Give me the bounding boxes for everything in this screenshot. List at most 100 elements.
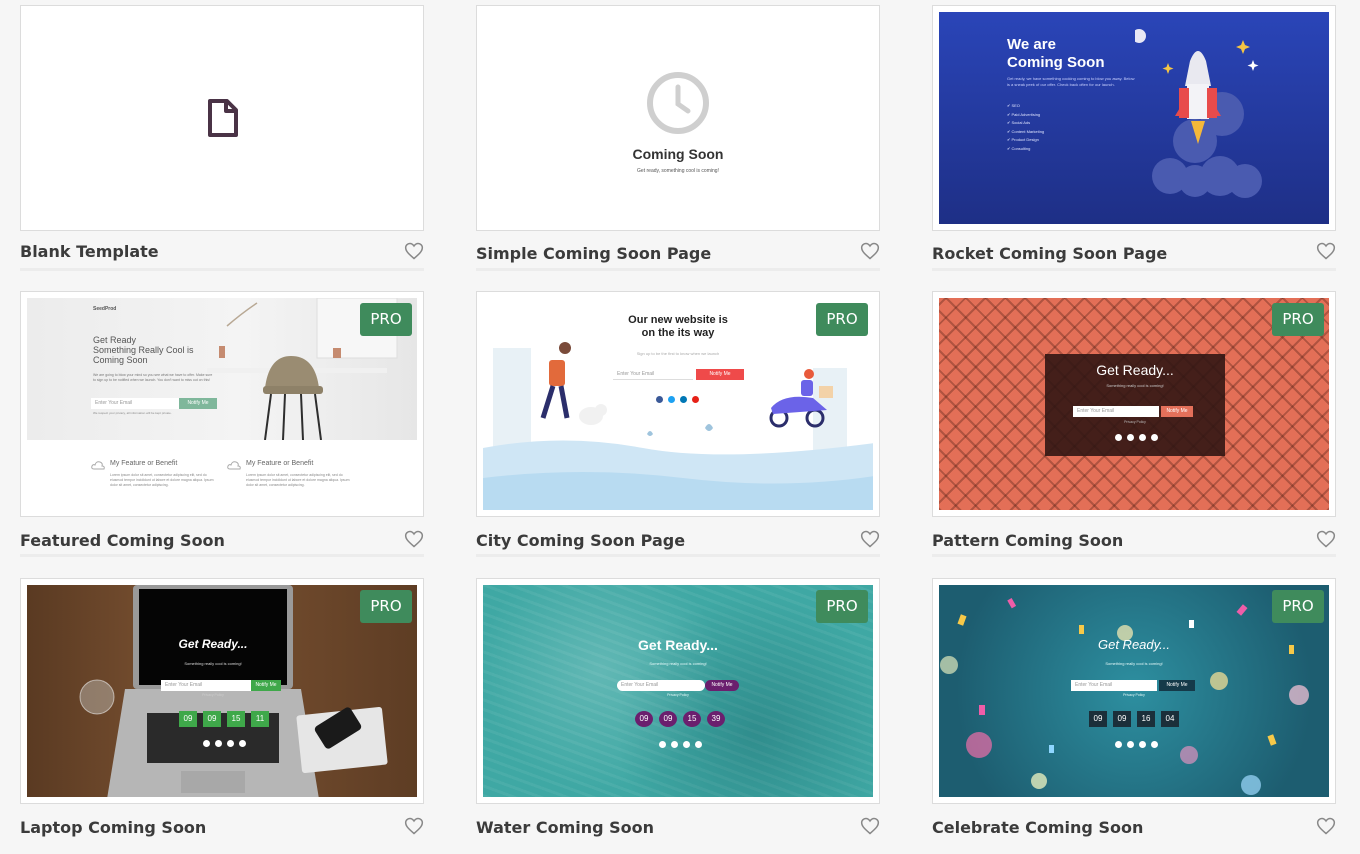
social-icons (1115, 434, 1158, 441)
title-divider (932, 554, 1336, 557)
privacy-link[interactable]: Privacy Policy (1045, 420, 1225, 424)
heading-line-1: Get Ready (93, 335, 137, 345)
template-thumbnail[interactable]: Our new website is on the its way Sign u… (476, 291, 880, 517)
template-title: Pattern Coming Soon (932, 531, 1124, 550)
pro-badge[interactable]: PRO (816, 303, 868, 336)
feature-body: Lorem ipsum dolor sit amet, consectetur … (246, 473, 350, 487)
twitter-icon[interactable] (1127, 434, 1134, 441)
checklist-item: ✔ Social Ads (1007, 120, 1031, 125)
preview-heading: Get Ready... (1097, 637, 1170, 652)
facebook-icon[interactable] (656, 396, 663, 403)
email-input[interactable]: Enter Your Email (1071, 680, 1157, 691)
city-preview: Our new website is on the its way Sign u… (483, 298, 873, 510)
pro-badge[interactable]: PRO (360, 303, 412, 336)
favorite-heart-icon[interactable] (860, 529, 880, 549)
favorite-heart-icon[interactable] (1316, 816, 1336, 836)
template-thumbnail[interactable]: SeedProd Get Ready Something Really Cool… (20, 291, 424, 517)
preview-heading: Coming Soon (632, 146, 724, 162)
email-input[interactable]: Enter Your Email (1073, 406, 1159, 417)
instagram-icon[interactable] (1139, 741, 1146, 748)
email-input[interactable]: Enter Your Email (91, 398, 179, 409)
favorite-heart-icon[interactable] (404, 529, 424, 549)
template-title: City Coming Soon Page (476, 531, 686, 550)
pro-badge[interactable]: PRO (1272, 303, 1324, 336)
youtube-icon[interactable] (239, 740, 246, 747)
template-thumbnail[interactable]: We are Coming Soon Get ready, we have so… (932, 5, 1336, 231)
privacy-link[interactable]: Privacy Policy (483, 693, 873, 697)
notify-button[interactable]: Notify Me (705, 680, 739, 691)
preview-heading: Get Ready... (638, 637, 718, 653)
checklist-item: ✔ Product Design (1007, 137, 1039, 142)
email-input[interactable]: Enter Your Email (161, 680, 251, 691)
countdown-timer: 09 09 16 04 (1089, 711, 1179, 727)
template-thumbnail[interactable] (20, 5, 424, 231)
heading-line-2: Something Really Cool is (93, 345, 194, 355)
countdown-days: 09 (1089, 711, 1107, 727)
youtube-icon[interactable] (1151, 741, 1158, 748)
facebook-icon[interactable] (1115, 434, 1122, 441)
template-thumbnail[interactable]: Get Ready... Something really cool is co… (476, 578, 880, 804)
preview-heading: Our new website is on the its way (483, 314, 873, 340)
heading-line-2: Coming Soon (1007, 54, 1105, 71)
countdown-minutes: 15 (227, 711, 245, 727)
preview-checklist: ✔ SEO ✔ Paid Advertising ✔ Social Ads ✔ … (1007, 102, 1044, 153)
preview-subtext: Something really cool is coming! (184, 661, 242, 666)
instagram-icon[interactable] (227, 740, 234, 747)
favorite-heart-icon[interactable] (1316, 529, 1336, 549)
twitter-icon[interactable] (215, 740, 222, 747)
cloud-icon (227, 461, 241, 470)
heading-line-1: Our new website is (628, 314, 728, 326)
instagram-icon[interactable] (683, 741, 690, 748)
template-title: Featured Coming Soon (20, 531, 225, 550)
instagram-icon[interactable] (1139, 434, 1146, 441)
countdown-timer: 09 09 15 11 (179, 711, 269, 727)
youtube-icon[interactable] (692, 396, 699, 403)
social-icons (203, 740, 246, 747)
pro-badge[interactable]: PRO (816, 590, 868, 623)
notify-button[interactable]: Notify Me (1159, 680, 1195, 691)
facebook-icon[interactable] (203, 740, 210, 747)
heading-line-1: We are (1007, 36, 1056, 53)
notify-button[interactable]: Notify Me (1161, 406, 1193, 417)
template-title: Blank Template (20, 242, 159, 261)
email-input[interactable]: Enter Your Email (617, 680, 705, 691)
twitter-icon[interactable] (668, 396, 675, 403)
preview-subtext: Sign up to be the first to know when we … (636, 351, 720, 356)
celebrate-preview: Get Ready... Something really cool is co… (939, 585, 1329, 797)
linkedin-icon[interactable] (680, 396, 687, 403)
preview-body: We are going to blow your mind so you se… (93, 373, 213, 382)
pro-badge[interactable]: PRO (360, 590, 412, 623)
privacy-link[interactable]: Privacy Policy (939, 693, 1329, 697)
favorite-heart-icon[interactable] (1316, 241, 1336, 261)
feature-title: My Feature or Benefit (246, 460, 314, 467)
pro-badge[interactable]: PRO (1272, 590, 1324, 623)
favorite-heart-icon[interactable] (860, 241, 880, 261)
template-thumbnail[interactable]: Get Ready... Something really cool is co… (20, 578, 424, 804)
privacy-link[interactable]: Privacy Policy (139, 693, 287, 697)
favorite-heart-icon[interactable] (404, 241, 424, 261)
favorite-heart-icon[interactable] (860, 816, 880, 836)
countdown-timer: 09 09 15 39 (635, 711, 725, 727)
preview-heading: We are Coming Soon (1007, 36, 1105, 72)
facebook-icon[interactable] (1115, 741, 1122, 748)
favorite-heart-icon[interactable] (404, 816, 424, 836)
twitter-icon[interactable] (671, 741, 678, 748)
template-title: Water Coming Soon (476, 818, 655, 837)
template-thumbnail[interactable]: Coming Soon Get ready, something cool is… (476, 5, 880, 231)
notify-button[interactable]: Notify Me (251, 680, 281, 691)
template-title: Celebrate Coming Soon (932, 818, 1144, 837)
checklist-item: ✔ Consulting (1007, 145, 1031, 151)
featured-preview: SeedProd Get Ready Something Really Cool… (27, 298, 417, 510)
clock-icon (647, 72, 709, 134)
template-thumbnail[interactable]: Get Ready... Something really cool is co… (932, 578, 1336, 804)
template-title: Laptop Coming Soon (20, 818, 207, 837)
countdown-hours: 09 (203, 711, 221, 727)
email-input[interactable]: Enter Your Email (613, 369, 693, 380)
title-divider (476, 554, 880, 557)
notify-button[interactable]: Notify Me (696, 369, 744, 380)
template-thumbnail[interactable]: Get Ready... Something really cool is co… (932, 291, 1336, 517)
twitter-icon[interactable] (1127, 741, 1134, 748)
facebook-icon[interactable] (659, 741, 666, 748)
youtube-icon[interactable] (695, 741, 702, 748)
youtube-icon[interactable] (1151, 434, 1158, 441)
